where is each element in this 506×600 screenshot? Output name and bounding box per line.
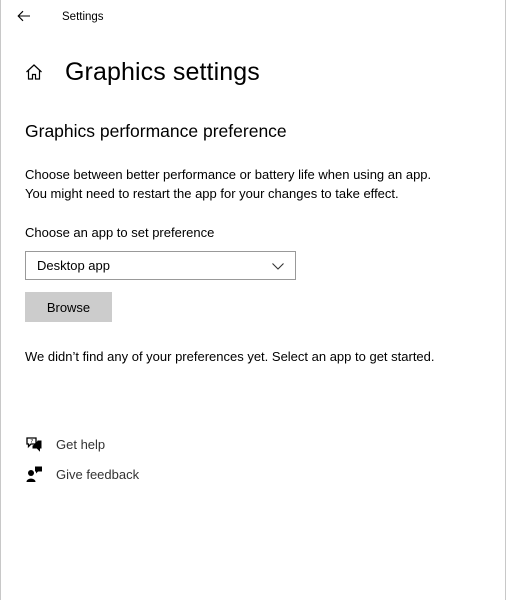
give-feedback-icon <box>25 465 43 483</box>
app-picker-label: Choose an app to set preference <box>25 225 215 240</box>
section-description: Choose between better performance or bat… <box>25 165 485 203</box>
titlebar: Settings <box>1 0 505 32</box>
chevron-down-icon <box>272 263 284 270</box>
get-help-link[interactable]: ? Get help <box>25 433 105 455</box>
settings-window: Settings Graphics settings Graphics perf… <box>0 0 506 600</box>
give-feedback-label: Give feedback <box>56 466 140 482</box>
home-icon[interactable] <box>25 62 45 82</box>
page-title: Graphics settings <box>65 57 260 86</box>
section-title: Graphics performance preference <box>25 121 287 141</box>
page-header: Graphics settings <box>25 56 260 88</box>
svg-text:?: ? <box>30 439 33 445</box>
give-feedback-link[interactable]: Give feedback <box>25 463 139 485</box>
window-title: Settings <box>62 11 104 23</box>
browse-button[interactable]: Browse <box>25 292 112 322</box>
get-help-label: Get help <box>56 436 106 452</box>
get-help-icon: ? <box>25 435 43 453</box>
app-type-dropdown[interactable]: Desktop app <box>25 251 296 280</box>
description-line-2: You might need to restart the app for yo… <box>25 186 399 201</box>
description-line-1: Choose between better performance or bat… <box>25 167 432 182</box>
dropdown-selected-value: Desktop app <box>37 258 110 273</box>
empty-state-message: We didn’t find any of your preferences y… <box>25 349 435 364</box>
back-arrow-icon <box>17 10 30 22</box>
back-button[interactable] <box>11 5 37 27</box>
